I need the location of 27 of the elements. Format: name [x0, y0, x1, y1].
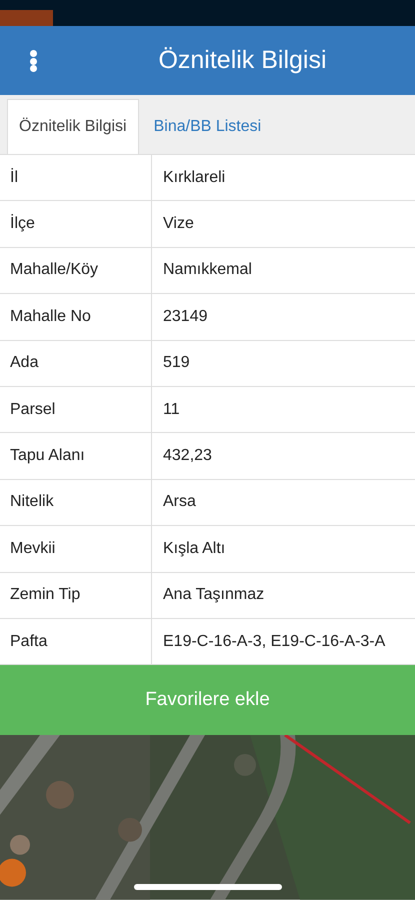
table-cell-text: Kırklareli [162, 168, 226, 188]
table-cell-text: Ana Taşınmaz [162, 585, 266, 606]
table-cell-text: 432,23 [162, 446, 213, 466]
table-cell: Ada [0, 340, 152, 386]
table-cell: İl [0, 155, 152, 200]
table-cell: Mahalle/Köy [0, 248, 152, 294]
status-indicator-icon [0, 10, 53, 26]
table-cell-text: Namıkkemal [162, 260, 253, 280]
table-cell: İlçe [0, 201, 152, 247]
table-cell: Zemin Tip [0, 572, 152, 618]
table-cell: Nitelik [0, 480, 152, 526]
tab[interactable]: Bina/BB Listesi [138, 99, 276, 154]
table-cell: Mahalle No [0, 294, 152, 340]
table-cell-text: E19-C-16-A-3, E19-C-16-A-3-A [162, 632, 386, 652]
tab[interactable]: Öznitelik Bilgisi [7, 99, 139, 154]
table-cell-text: Kışla Altı [162, 538, 226, 559]
table-cell: Pafta [0, 618, 152, 664]
header-title: Öznitelik Bilgisi [158, 44, 327, 76]
add-favorites-button[interactable]: Favorilere ekle [0, 665, 415, 736]
table-cell-text: Vize [162, 214, 195, 234]
table-cell-text: 519 [162, 353, 191, 374]
table-cell: Mevkii [0, 526, 152, 572]
table-cell: Tapu Alanı [0, 433, 152, 479]
table-cell: Parsel [0, 386, 152, 432]
table-cell-text: Arsa [162, 492, 197, 512]
table-cell-text: 23149 [162, 306, 208, 327]
table-cell-text: 11 [162, 400, 181, 420]
